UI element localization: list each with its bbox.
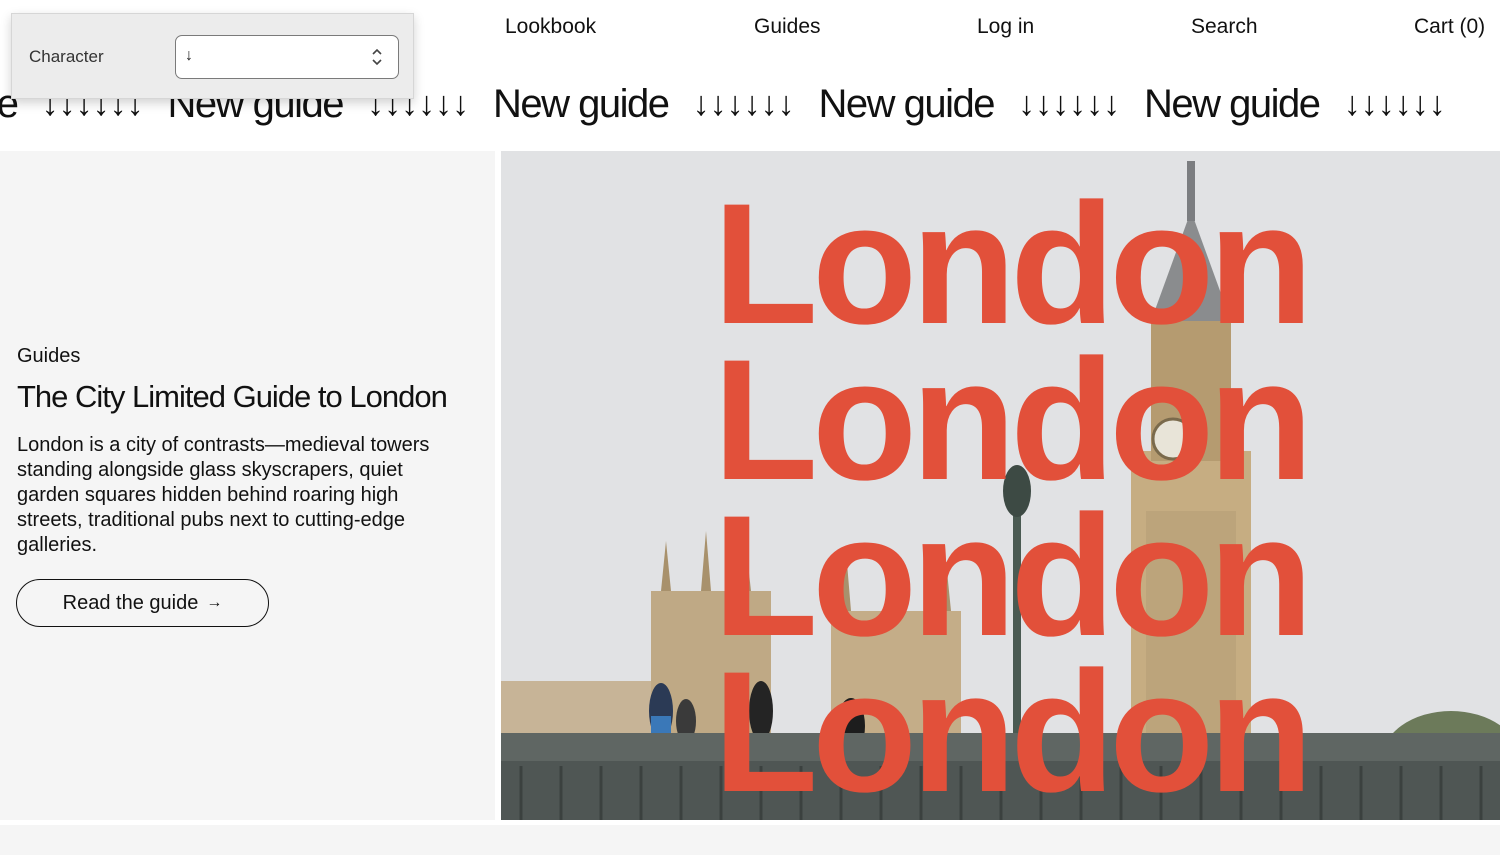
nav-search-link[interactable]: Search <box>1191 15 1258 39</box>
nav-cart-link[interactable]: Cart (0) <box>1414 15 1485 39</box>
hero-word: London <box>713 636 1307 820</box>
feature-description: London is a city of contrasts—medieval t… <box>17 434 430 556</box>
ticker-arrows: ↓↓↓↓↓↓ <box>692 85 795 123</box>
nav-lookbook-link[interactable]: Lookbook <box>505 15 596 39</box>
category-eyebrow: Guides <box>17 345 81 367</box>
arrow-right-icon: → <box>206 594 223 611</box>
read-guide-button[interactable]: Read the guide → <box>16 579 269 627</box>
character-select[interactable]: ↓ <box>175 35 399 79</box>
nav-login-link[interactable]: Log in <box>977 15 1034 39</box>
feature-title: The City Limited Guide to London <box>17 379 448 414</box>
read-guide-label: Read the guide <box>62 591 199 614</box>
ticker-text: New guide <box>493 82 670 126</box>
hero-image: London London London London <box>501 151 1500 820</box>
ticker-arrows: ↓↓↓↓↓↓ <box>1343 85 1446 123</box>
ticker-item: New guide ↓↓↓↓↓↓ <box>493 82 819 127</box>
ticker-item: New guide ↓↓↓↓↓↓ <box>1144 82 1470 127</box>
london-photo-illustration: London London London London <box>501 151 1500 820</box>
section-divider <box>0 825 1500 855</box>
character-select-value: ↓ <box>185 47 193 64</box>
ticker-arrows: ↓↓↓↓↓↓ <box>1018 85 1121 123</box>
character-picker-panel: Character ↓ <box>11 13 414 99</box>
feature-panel: Guides The City Limited Guide to London … <box>0 151 495 820</box>
chevron-up-down-icon <box>372 48 382 66</box>
ticker-item: New guide ↓↓↓↓↓↓ <box>819 82 1145 127</box>
nav-guides-link[interactable]: Guides <box>754 15 821 39</box>
character-picker-label: Character <box>29 47 104 66</box>
ticker-text: New guide <box>1144 82 1321 126</box>
ticker-text: New guide <box>818 82 996 126</box>
